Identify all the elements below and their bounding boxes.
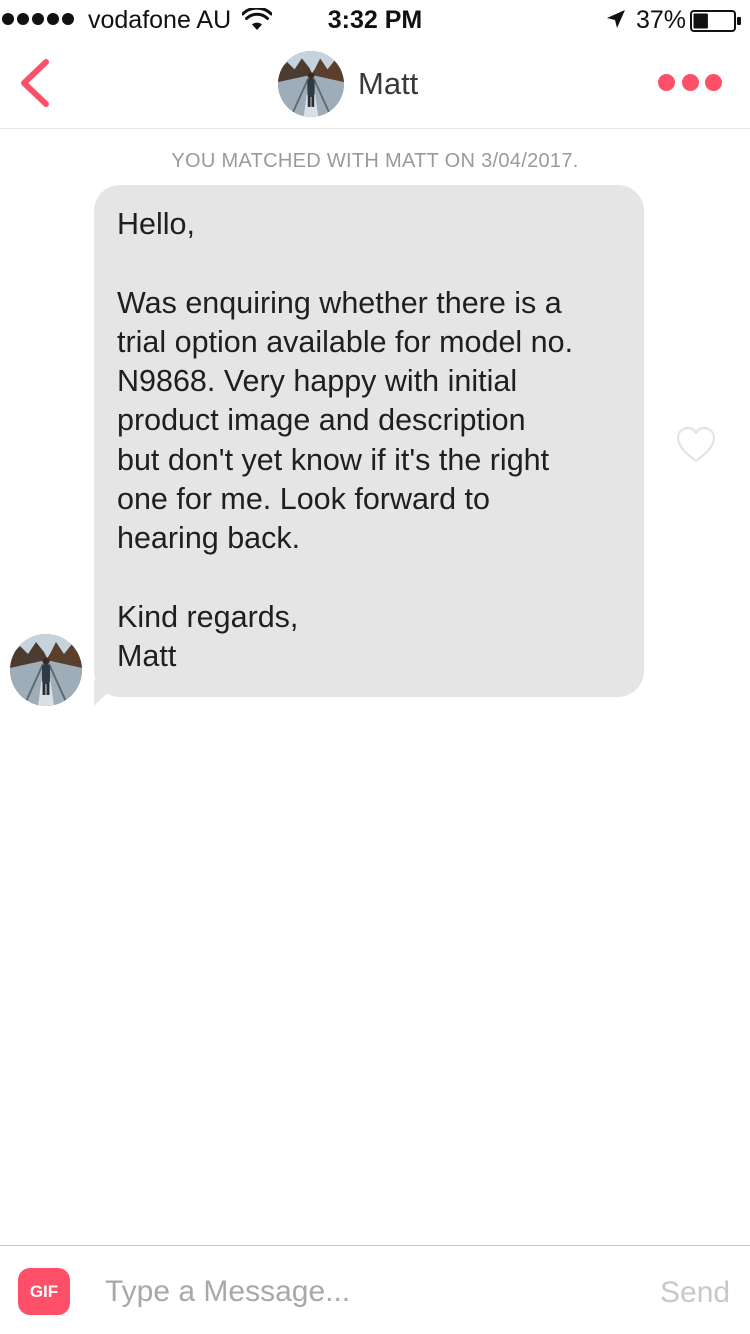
battery-icon [690,10,741,32]
message-composer: GIF Send [0,1245,750,1334]
location-arrow-icon [607,10,625,28]
send-button[interactable]: Send [660,1276,730,1310]
back-button[interactable] [14,58,58,108]
message-line: Kind regards, [117,599,299,634]
chat-header: Matt [0,40,750,129]
avatar-photo [278,51,344,117]
message-line [117,559,630,598]
ellipsis-icon [705,73,722,91]
message-input[interactable] [105,1268,635,1316]
gif-button[interactable]: GIF [18,1268,70,1315]
match-notice: YOU MATCHED WITH MATT ON 3/04/2017. [171,150,579,172]
sender-avatar[interactable] [10,634,82,706]
message-line: hearing back. [117,521,301,556]
message-line: Matt [117,639,177,674]
message-line [117,244,630,283]
like-message-button[interactable] [676,426,716,464]
ellipsis-icon [658,73,675,91]
message-line: Was enquiring whether there is a [117,285,562,320]
message-line: product image and description [117,403,526,438]
message-line: one for me. Look forward to [117,482,490,517]
message-line: trial option available for model no. [117,324,574,359]
contact-name[interactable]: Matt [358,66,418,102]
more-options-button[interactable] [658,70,722,94]
message-line: Hello, [117,207,195,241]
heart-outline-icon [676,426,716,463]
status-bar: vodafone AU 3:32 PM 37% [0,0,750,40]
ellipsis-icon [681,73,699,91]
chevron-left-icon [21,59,49,107]
message-line: N9868. Very happy with initial [117,364,518,399]
message-line: but don't yet know if it's the right [117,442,550,477]
bubble-tail [94,680,122,706]
battery-percentage: 37% [636,6,687,34]
avatar-photo [10,634,82,706]
contact-avatar[interactable] [278,51,344,117]
message-bubble[interactable]: Hello, Was enquiring whether there is a … [94,185,644,697]
